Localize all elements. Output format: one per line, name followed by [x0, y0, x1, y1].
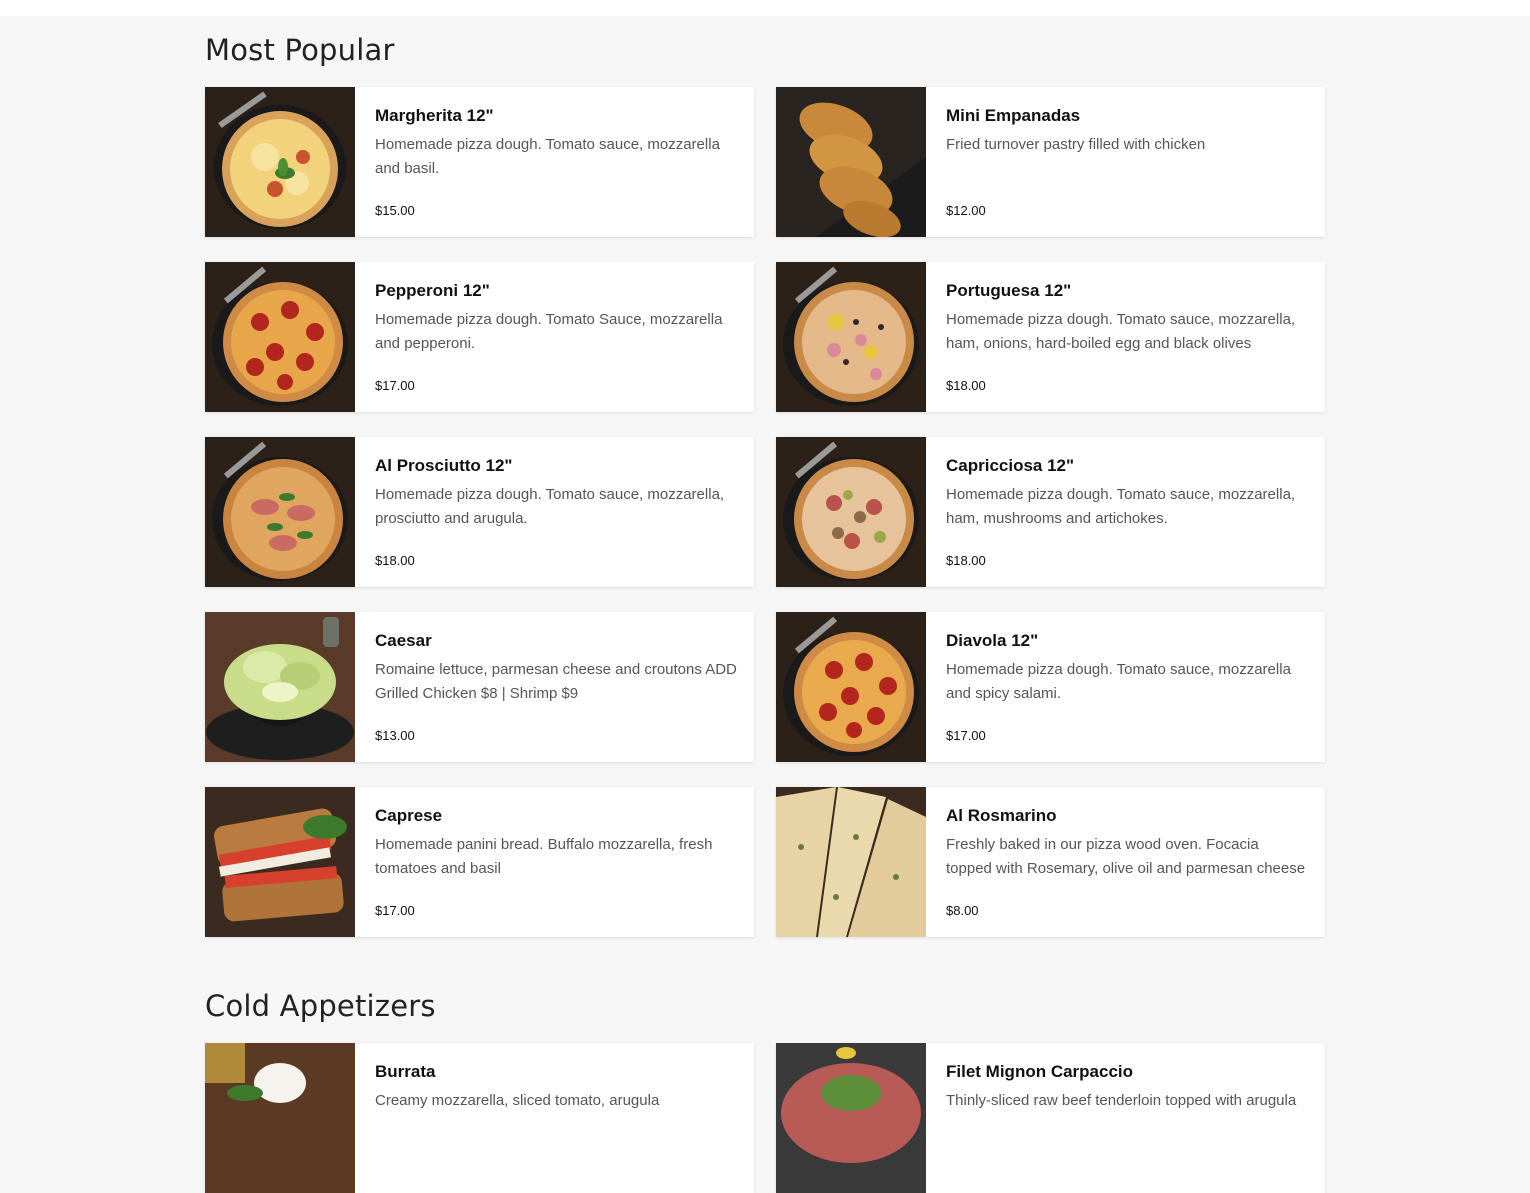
section-title-cold-appetizers: Cold Appetizers — [205, 989, 436, 1023]
item-name: Diavola 12" — [946, 631, 1039, 650]
menu-item-card[interactable]: Burrata Creamy mozzarella, sliced tomato… — [205, 1043, 754, 1193]
pizza-portuguesa-icon — [776, 262, 926, 412]
menu-item-card[interactable]: Mini Empanadas Fried turnover pastry fil… — [776, 87, 1325, 237]
pizza-prosciutto-icon — [205, 437, 355, 587]
item-price: $13.00 — [375, 728, 415, 743]
pizza-capricciosa-icon — [776, 437, 926, 587]
item-price: $17.00 — [375, 378, 415, 393]
item-price: $8.00 — [946, 903, 979, 918]
panini-icon — [205, 787, 355, 937]
item-name: Burrata — [375, 1062, 436, 1081]
item-description: Homemade pizza dough. Tomato Sauce, mozz… — [375, 311, 723, 352]
salad-icon — [205, 612, 355, 762]
menu-item-card[interactable]: Caesar Romaine lettuce, parmesan cheese … — [205, 612, 754, 762]
item-description: Romaine lettuce, parmesan cheese and cro… — [375, 661, 737, 702]
item-description: Homemade panini bread. Buffalo mozzarell… — [375, 836, 713, 877]
item-price: $12.00 — [946, 203, 986, 218]
item-price: $17.00 — [375, 903, 415, 918]
burrata-icon — [205, 1043, 355, 1193]
item-name: Al Prosciutto 12" — [375, 456, 513, 475]
menu-item-card[interactable]: Capricciosa 12" Homemade pizza dough. To… — [776, 437, 1325, 587]
item-price: $15.00 — [375, 203, 415, 218]
item-description: Fried turnover pastry filled with chicke… — [946, 136, 1206, 153]
item-name: Al Rosmarino — [946, 806, 1057, 825]
menu-item-card[interactable]: Filet Mignon Carpaccio Thinly-sliced raw… — [776, 1043, 1325, 1193]
item-price: $18.00 — [946, 553, 986, 568]
item-name: Margherita 12" — [375, 106, 494, 125]
item-price: $18.00 — [946, 378, 986, 393]
item-name: Filet Mignon Carpaccio — [946, 1062, 1134, 1081]
item-name: Caprese — [375, 806, 443, 825]
item-price: $17.00 — [946, 728, 986, 743]
section-title-most-popular: Most Popular — [205, 33, 395, 67]
pizza-margherita-icon — [205, 87, 355, 237]
item-name: Caesar — [375, 631, 432, 650]
item-description: Homemade pizza dough. Tomato sauce, mozz… — [375, 486, 725, 527]
item-name: Portuguesa 12" — [946, 281, 1072, 300]
menu-item-card[interactable]: Margherita 12" Homemade pizza dough. Tom… — [205, 87, 754, 237]
menu-item-card[interactable]: Al Prosciutto 12" Homemade pizza dough. … — [205, 437, 754, 587]
item-name: Mini Empanadas — [946, 106, 1081, 125]
item-price: $18.00 — [375, 553, 415, 568]
item-name: Pepperoni 12" — [375, 281, 490, 300]
carpaccio-icon — [776, 1043, 926, 1193]
item-description: Homemade pizza dough. Tomato sauce, mozz… — [946, 486, 1296, 527]
item-description: Homemade pizza dough. Tomato sauce, mozz… — [946, 661, 1291, 702]
pizza-diavola-icon — [776, 612, 926, 762]
focaccia-icon — [776, 787, 926, 937]
empanadas-icon — [776, 87, 926, 237]
item-description: Creamy mozzarella, sliced tomato, arugul… — [375, 1092, 660, 1109]
item-description: Homemade pizza dough. Tomato sauce, mozz… — [946, 311, 1296, 352]
pizza-pepperoni-icon — [205, 262, 355, 412]
item-description: Homemade pizza dough. Tomato sauce, mozz… — [375, 136, 720, 177]
menu-item-card[interactable]: Caprese Homemade panini bread. Buffalo m… — [205, 787, 754, 937]
item-description: Thinly-sliced raw beef tenderloin topped… — [946, 1092, 1297, 1109]
menu-item-card[interactable]: Pepperoni 12" Homemade pizza dough. Toma… — [205, 262, 754, 412]
menu-item-card[interactable]: Diavola 12" Homemade pizza dough. Tomato… — [776, 612, 1325, 762]
item-name: Capricciosa 12" — [946, 456, 1075, 475]
menu-item-card[interactable]: Al Rosmarino Freshly baked in our pizza … — [776, 787, 1325, 937]
top-nav-bar — [0, 0, 1530, 16]
menu-item-card[interactable]: Portuguesa 12" Homemade pizza dough. Tom… — [776, 262, 1325, 412]
item-description: Freshly baked in our pizza wood oven. Fo… — [946, 836, 1306, 877]
